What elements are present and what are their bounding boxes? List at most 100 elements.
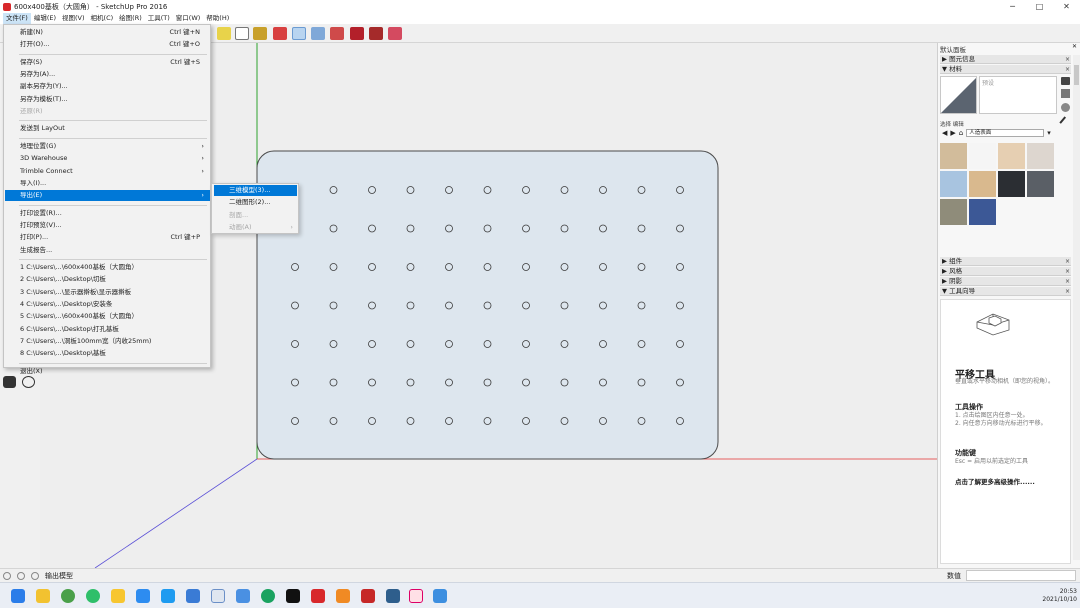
baseboard-face[interactable] [256, 150, 719, 460]
menu-draw[interactable]: 绘图(R) [116, 13, 145, 24]
file-menu-item[interactable]: 打开(O)... Ctrl 键+O [5, 39, 210, 50]
orbit-icon[interactable] [273, 27, 287, 40]
green-app-icon[interactable] [261, 589, 275, 603]
file-menu-item[interactable]: 打印设置(R)... [5, 208, 210, 219]
file-menu-item[interactable]: 7 C:\Users\...\洞板100mm宽（内收25mm) [5, 336, 210, 347]
section-close-icon[interactable]: × [1065, 257, 1070, 266]
home-icon[interactable]: ⌂ [959, 129, 963, 137]
file-menu-item[interactable]: 另存为(A)... [5, 69, 210, 80]
section-close-icon[interactable]: × [1065, 267, 1070, 276]
material-swatch[interactable] [969, 199, 996, 225]
material-swatch[interactable] [940, 171, 967, 197]
sample-paint-icon[interactable] [1059, 116, 1071, 128]
taskbar-clock[interactable]: 20:53 2021/10/10 [1037, 588, 1077, 604]
material-swatch[interactable] [940, 143, 967, 169]
network-app-icon[interactable] [211, 589, 225, 603]
create-material-icon[interactable] [1061, 77, 1070, 85]
menu-edit[interactable]: 编辑(E) [31, 13, 59, 24]
section-close-icon[interactable]: × [1065, 65, 1070, 74]
guide-more-link[interactable]: 点击了解更多高级操作...... [955, 476, 1035, 486]
file-menu-item[interactable]: 退出(X) [5, 366, 210, 377]
footprints-icon[interactable] [3, 376, 16, 388]
material-swatch[interactable] [998, 143, 1025, 169]
section-materials[interactable]: ▼ 材料 × [940, 65, 1071, 74]
user-account-icon[interactable] [31, 572, 39, 580]
notepad-app-icon[interactable] [433, 589, 447, 603]
start-button-icon[interactable] [11, 589, 25, 603]
wechat-icon[interactable] [86, 589, 100, 603]
export-menu-item[interactable]: 二维图形(2)... [214, 197, 297, 208]
material-swatch[interactable] [1027, 171, 1054, 197]
tray-scrollbar[interactable] [1073, 55, 1080, 560]
sketchup-taskbar-icon[interactable] [311, 589, 325, 603]
section-close-icon[interactable]: × [1065, 277, 1070, 286]
capcut-icon[interactable] [286, 589, 300, 603]
file-menu-item[interactable]: 8 C:\Users\...\Desktop\基板 [5, 348, 210, 359]
chevron-down-icon[interactable]: ▾ [1047, 129, 1051, 137]
pan-hand-icon[interactable] [292, 27, 306, 40]
star-app-icon[interactable] [161, 589, 175, 603]
material-name-field[interactable]: 预设 [979, 76, 1057, 114]
file-menu-item[interactable]: 副本另存为(Y)... [5, 81, 210, 92]
material-swatch[interactable] [1027, 143, 1054, 169]
section-instructor[interactable]: ▼ 工具向导 × [940, 287, 1071, 296]
chrome-icon[interactable] [61, 589, 75, 603]
file-menu-item[interactable]: 3 C:\Users\...\显示器擀板\显示器擀板 [5, 287, 210, 298]
cube-icon[interactable] [1061, 89, 1070, 98]
file-menu-item[interactable]: 6 C:\Users\...\Desktop\打孔基板 [5, 324, 210, 335]
back-arrow-icon[interactable]: ◀ [942, 129, 947, 137]
measurements-input[interactable] [966, 570, 1076, 581]
notes-app-icon[interactable] [111, 589, 125, 603]
materials-tabs[interactable]: 选择 编辑 [940, 120, 964, 128]
menu-tools[interactable]: 工具(T) [145, 13, 173, 24]
section-close-icon[interactable]: × [1065, 287, 1070, 296]
material-swatch[interactable] [940, 199, 967, 225]
file-menu-item[interactable]: 4 C:\Users\...\Desktop\安装条 [5, 299, 210, 310]
bird-app-icon[interactable] [186, 589, 200, 603]
file-menu-item[interactable]: 生成报告... [5, 245, 210, 256]
file-menu-item[interactable]: 导入(I)... [5, 178, 210, 189]
close-button[interactable]: ✕ [1053, 0, 1080, 13]
menu-help[interactable]: 帮助(H) [203, 13, 232, 24]
material-swatch[interactable] [998, 171, 1025, 197]
extension-warehouse-icon[interactable] [388, 27, 402, 40]
acrobat-icon[interactable] [361, 589, 375, 603]
pencil-icon[interactable] [217, 27, 231, 40]
file-menu-item[interactable]: Trimble Connect › [5, 166, 210, 177]
file-menu-item[interactable]: 打印预览(V)... [5, 220, 210, 231]
section-styles[interactable]: ▶ 风格 × [940, 267, 1071, 276]
text-label-icon[interactable] [235, 27, 249, 40]
geo-location-icon[interactable] [3, 572, 11, 580]
file-menu-item[interactable]: 地理位置(G) › [5, 141, 210, 152]
section-entity-info[interactable]: ▶ 图元信息 × [940, 55, 1071, 64]
file-menu-item[interactable]: 3D Warehouse › [5, 153, 210, 164]
section-components[interactable]: ▶ 组件 × [940, 257, 1071, 266]
position-camera-icon[interactable] [22, 376, 35, 388]
warehouse-icon[interactable] [350, 27, 364, 40]
zoom-extents-icon[interactable] [330, 27, 344, 40]
game-app-icon[interactable] [386, 589, 400, 603]
default-material-icon[interactable] [1061, 103, 1070, 112]
share-model-icon[interactable] [369, 27, 383, 40]
zoom-icon[interactable] [311, 27, 325, 40]
maximize-button[interactable]: □ [1026, 0, 1053, 13]
section-shadows[interactable]: ▶ 阴影 × [940, 277, 1071, 286]
material-swatch[interactable] [969, 171, 996, 197]
forward-arrow-icon[interactable]: ▶ [950, 129, 955, 137]
menu-camera[interactable]: 相机(C) [88, 13, 117, 24]
menu-view[interactable]: 视图(V) [59, 13, 88, 24]
section-close-icon[interactable]: × [1065, 55, 1070, 64]
material-swatch[interactable] [969, 143, 996, 169]
file-explorer-icon[interactable] [36, 589, 50, 603]
photos-app-icon[interactable] [409, 589, 423, 603]
export-menu-item[interactable]: 三维模型(3)... [214, 185, 297, 196]
file-menu-item[interactable]: 2 C:\Users\...\Desktop\切板 [5, 274, 210, 285]
minimize-button[interactable]: ─ [999, 0, 1026, 13]
pen-app-icon[interactable] [236, 589, 250, 603]
export-menu-item[interactable]: 剖面... [214, 210, 297, 221]
credits-icon[interactable] [17, 572, 25, 580]
export-menu-item[interactable]: 动画(A) › [214, 222, 297, 233]
menu-window[interactable]: 窗口(W) [173, 13, 204, 24]
file-menu-item[interactable]: 还原(R) [5, 106, 210, 117]
file-menu-item[interactable]: 新建(N) Ctrl 键+N [5, 27, 210, 38]
